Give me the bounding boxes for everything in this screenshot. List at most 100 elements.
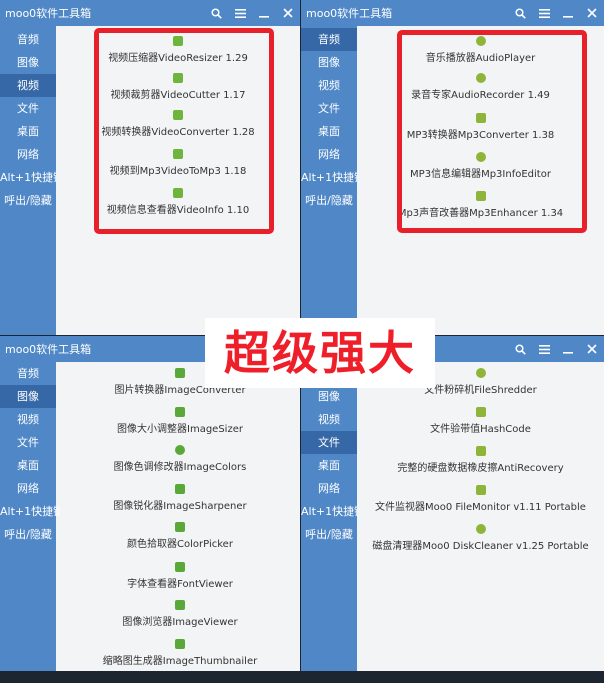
sidebar-item-hotkey[interactable]: Alt+1快捷键 xyxy=(301,500,365,523)
app-label: 文件粉碎机FileShredder xyxy=(424,385,537,396)
video-to-mp3-icon xyxy=(173,149,183,159)
sidebar: 音频 图像 视频 文件 桌面 网络 Alt+1快捷键 呼出/隐藏 xyxy=(0,362,64,671)
sidebar-item-hotkey[interactable]: Alt+1快捷键 xyxy=(301,166,365,189)
sidebar-item-hotkey[interactable]: Alt+1快捷键 xyxy=(0,500,64,523)
menu-icon[interactable] xyxy=(532,336,556,362)
sidebar-item-file[interactable]: 文件 xyxy=(301,431,357,454)
minimize-icon[interactable] xyxy=(556,336,580,362)
sidebar-item-image[interactable]: 图像 xyxy=(301,51,357,74)
sidebar-item-desktop[interactable]: 桌面 xyxy=(301,454,357,477)
sidebar-item-image[interactable]: 图像 xyxy=(301,385,357,408)
sidebar-item-desktop[interactable]: 桌面 xyxy=(0,454,56,477)
list-item[interactable]: Mp3声音改善器Mp3Enhancer 1.34 xyxy=(357,191,604,219)
list-item[interactable]: MP3转换器Mp3Converter 1.38 xyxy=(357,113,604,141)
audio-recorder-icon xyxy=(475,73,486,83)
color-picker-icon xyxy=(175,522,185,532)
sidebar-item-show-hide[interactable]: 呼出/隐藏 xyxy=(301,189,357,212)
file-monitor-icon xyxy=(475,485,486,495)
minimize-icon[interactable] xyxy=(556,0,580,26)
sidebar-item-show-hide[interactable]: 呼出/隐藏 xyxy=(301,523,357,546)
list-item[interactable]: 图像锐化器ImageSharpener xyxy=(60,484,300,512)
close-icon[interactable] xyxy=(276,0,300,26)
sidebar-item-show-hide[interactable]: 呼出/隐藏 xyxy=(0,523,56,546)
image-colors-icon xyxy=(175,445,185,455)
sidebar-item-network[interactable]: 网络 xyxy=(0,143,56,166)
mp3-enhancer-icon xyxy=(475,191,486,201)
app-label: MP3信息编辑器Mp3InfoEditor xyxy=(410,169,551,180)
app-label: 视频信息查看器VideoInfo 1.10 xyxy=(106,205,250,216)
sidebar-item-show-hide[interactable]: 呼出/隐藏 xyxy=(0,189,56,212)
list-item[interactable]: 文件监视器Moo0 FileMonitor v1.11 Portable xyxy=(357,485,604,513)
app-label: 磁盘清理器Moo0 DiskCleaner v1.25 Portable xyxy=(372,541,589,552)
sidebar-item-network[interactable]: 网络 xyxy=(301,477,357,500)
close-icon[interactable] xyxy=(580,336,604,362)
window-audio: moo0软件工具箱 音频 图像 视频 文件 桌面 网络 Alt+1快捷键 呼出/… xyxy=(301,0,604,335)
list-item[interactable]: 视频到Mp3VideoToMp3 1.18 xyxy=(56,149,300,177)
sidebar-item-file[interactable]: 文件 xyxy=(301,97,357,120)
list-item[interactable]: 磁盘清理器Moo0 DiskCleaner v1.25 Portable xyxy=(357,524,604,552)
menu-icon[interactable] xyxy=(532,0,556,26)
app-list: 音乐播放器AudioPlayer 录音专家AudioRecorder 1.49 … xyxy=(357,26,604,335)
app-label: 图像浏览器ImageViewer xyxy=(122,617,238,628)
list-item[interactable]: 音乐播放器AudioPlayer xyxy=(357,36,604,64)
sidebar-item-file[interactable]: 文件 xyxy=(0,431,56,454)
minimize-icon[interactable] xyxy=(252,0,276,26)
sidebar-item-audio[interactable]: 音频 xyxy=(0,28,56,51)
image-sizer-icon xyxy=(175,407,185,417)
list-item[interactable]: 录音专家AudioRecorder 1.49 xyxy=(357,73,604,101)
app-label: 完整的硬盘数据橡皮擦AntiRecovery xyxy=(397,463,564,474)
app-label: 缩略图生成器ImageThumbnailer xyxy=(102,656,258,667)
list-item[interactable]: 图像色调修改器ImageColors xyxy=(60,445,300,473)
list-item[interactable]: 颜色拾取器ColorPicker xyxy=(60,522,300,550)
audio-player-icon xyxy=(475,36,486,46)
titlebar: moo0软件工具箱 xyxy=(301,0,604,26)
app-label: 视频裁剪器VideoCutter 1.17 xyxy=(110,90,246,101)
list-item[interactable]: 图像浏览器ImageViewer xyxy=(60,600,300,628)
app-label: 文件监视器Moo0 FileMonitor v1.11 Portable xyxy=(375,502,586,513)
list-item[interactable]: 文件验带值HashCode xyxy=(357,407,604,435)
app-label: 音乐播放器AudioPlayer xyxy=(425,53,536,64)
close-icon[interactable] xyxy=(580,0,604,26)
app-list: 图片转换器ImageConverter 图像大小调整器ImageSizer 图像… xyxy=(60,362,300,671)
titlebar: moo0软件工具箱 xyxy=(0,0,300,26)
sidebar-item-hotkey[interactable]: Alt+1快捷键 xyxy=(0,166,64,189)
sidebar-item-audio[interactable]: 音频 xyxy=(301,28,357,51)
list-item[interactable]: MP3信息编辑器Mp3InfoEditor xyxy=(357,152,604,180)
list-item[interactable]: 字体查看器FontViewer xyxy=(60,562,300,590)
menu-icon[interactable] xyxy=(228,0,252,26)
list-item[interactable]: 视频信息查看器VideoInfo 1.10 xyxy=(56,188,300,216)
image-thumbnailer-icon xyxy=(175,639,185,649)
search-icon[interactable] xyxy=(508,336,532,362)
sidebar-item-video[interactable]: 视频 xyxy=(301,408,357,431)
disk-cleaner-icon xyxy=(475,524,486,534)
list-item[interactable]: 图像大小调整器ImageSizer xyxy=(60,407,300,435)
search-icon[interactable] xyxy=(508,0,532,26)
search-icon[interactable] xyxy=(204,0,228,26)
mp3-info-editor-icon xyxy=(475,152,486,162)
sidebar-item-desktop[interactable]: 桌面 xyxy=(0,120,56,143)
app-label: 视频到Mp3VideoToMp3 1.18 xyxy=(109,166,247,177)
window-video: moo0软件工具箱 音频 图像 视频 文件 桌面 网络 Alt+1快捷键 呼出/… xyxy=(0,0,300,335)
sidebar-item-video[interactable]: 视频 xyxy=(0,74,56,97)
list-item[interactable]: 视频转换器VideoConverter 1.28 xyxy=(56,110,300,138)
sidebar-item-file[interactable]: 文件 xyxy=(0,97,56,120)
sidebar-item-image[interactable]: 图像 xyxy=(0,385,56,408)
list-item[interactable]: 视频压缩器VideoResizer 1.29 xyxy=(56,36,300,64)
app-label: 文件验带值HashCode xyxy=(430,424,531,435)
list-item[interactable]: 缩略图生成器ImageThumbnailer xyxy=(60,639,300,667)
sidebar: 音频 图像 视频 文件 桌面 网络 Alt+1快捷键 呼出/隐藏 xyxy=(301,362,365,671)
sidebar-item-video[interactable]: 视频 xyxy=(301,74,357,97)
sidebar-item-image[interactable]: 图像 xyxy=(0,51,56,74)
sidebar-item-desktop[interactable]: 桌面 xyxy=(301,120,357,143)
window-title: moo0软件工具箱 xyxy=(5,7,92,20)
sidebar-item-network[interactable]: 网络 xyxy=(0,477,56,500)
app-label: 图像大小调整器ImageSizer xyxy=(117,424,243,435)
sidebar-item-video[interactable]: 视频 xyxy=(0,408,56,431)
list-item[interactable]: 完整的硬盘数据橡皮擦AntiRecovery xyxy=(357,446,604,474)
list-item[interactable]: 视频裁剪器VideoCutter 1.17 xyxy=(56,73,300,101)
sidebar-item-network[interactable]: 网络 xyxy=(301,143,357,166)
app-label: 图像色调修改器ImageColors xyxy=(113,462,247,473)
font-viewer-icon xyxy=(175,562,185,572)
overlay-caption: 超级强大 xyxy=(205,318,435,388)
sidebar-item-audio[interactable]: 音频 xyxy=(0,362,56,385)
